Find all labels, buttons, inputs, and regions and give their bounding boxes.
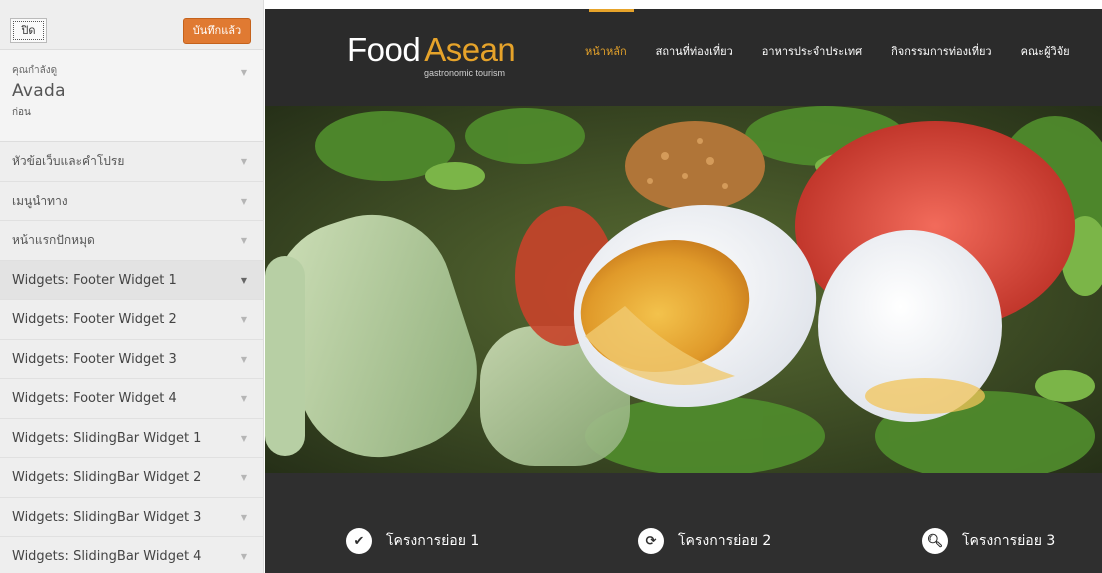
hero-image	[265, 106, 1102, 473]
feature-project-1[interactable]: ✔ โครงการย่อย 1	[346, 528, 479, 554]
logo-asean-text: Asean	[424, 31, 516, 68]
section-label: Widgets: SlidingBar Widget 4	[12, 549, 202, 564]
active-nav-indicator	[589, 9, 634, 12]
section-label: Widgets: SlidingBar Widget 1	[12, 430, 202, 446]
refresh-icon: ⟳	[638, 528, 664, 554]
chevron-down-icon: ▼	[240, 275, 247, 285]
feature-project-2[interactable]: ⟳ โครงการย่อย 2	[638, 528, 771, 554]
site-header: Food Asean gastronomic tourism หน้าหลัก ส…	[265, 9, 1102, 106]
save-button[interactable]: บันทึกแล้ว	[183, 18, 251, 44]
features-strip: ✔ โครงการย่อย 1 ⟳ โครงการย่อย 2 🔍︎ โครงก…	[265, 473, 1102, 573]
main-navigation: หน้าหลัก สถานที่ท่องเที่ยว อาหารประจำประ…	[585, 42, 1099, 60]
section-label: Widgets: SlidingBar Widget 2	[12, 470, 202, 485]
nav-item-national-food[interactable]: อาหารประจำประเทศ	[762, 42, 862, 60]
chevron-down-icon: ▼	[240, 394, 247, 403]
chevron-down-icon: ▼	[240, 433, 247, 443]
chevron-down-icon: ▼	[240, 512, 247, 522]
section-slidingbar-widget-1[interactable]: Widgets: SlidingBar Widget 1 ▼	[0, 418, 263, 458]
feature-label: โครงการย่อย 1	[386, 533, 480, 549]
salad-photo	[265, 106, 1102, 473]
feature-label: โครงการย่อย 3	[962, 533, 1056, 549]
search-icon: 🔍︎	[922, 528, 948, 554]
section-label: Widgets: Footer Widget 2	[12, 312, 177, 327]
chevron-down-icon: ▼	[240, 196, 247, 206]
section-slidingbar-widget-2[interactable]: Widgets: SlidingBar Widget 2 ▼	[0, 458, 263, 498]
section-slidingbar-widget-4[interactable]: Widgets: SlidingBar Widget 4 ▼	[0, 537, 263, 573]
section-footer-widget-4[interactable]: Widgets: Footer Widget 4 ▼	[0, 379, 263, 419]
section-slidingbar-widget-3[interactable]: Widgets: SlidingBar Widget 3 ▼	[0, 497, 263, 537]
nav-item-attractions[interactable]: สถานที่ท่องเที่ยว	[656, 42, 733, 60]
section-label: หน้าแรกปักหมุด	[12, 233, 95, 247]
check-icon: ✔	[346, 528, 372, 554]
chevron-down-icon: ▼	[240, 157, 247, 166]
section-label: เมนูนำทาง	[12, 193, 68, 208]
feature-label: โครงการย่อย 2	[678, 533, 772, 549]
chevron-down-icon: ▼	[240, 473, 247, 482]
logo-tagline: gastronomic tourism	[424, 68, 506, 78]
logo-food-text: Food	[347, 31, 421, 68]
nav-item-researchers[interactable]: คณะผู้วิจัย	[1021, 42, 1070, 60]
customizer-sidebar: ปิด บันทึกแล้ว คุณกำลังดู Avada ก่อน ▼ ห…	[0, 0, 264, 573]
site-logo[interactable]: Food Asean gastronomic tourism	[347, 31, 516, 78]
nav-item-home[interactable]: หน้าหลัก	[585, 42, 627, 60]
previous-label: ก่อน	[12, 107, 31, 118]
viewing-label: คุณกำลังดู	[12, 65, 58, 76]
section-navigation[interactable]: เมนูนำทาง ▼	[0, 181, 263, 221]
close-button[interactable]: ปิด	[10, 18, 47, 43]
section-label: Widgets: Footer Widget 4	[12, 391, 177, 406]
chevron-down-icon: ▼	[240, 315, 247, 324]
section-site-title[interactable]: หัวข้อเว็บและคำโปรย ▼	[0, 142, 263, 182]
section-label: Widgets: Footer Widget 3	[12, 351, 177, 367]
active-theme-panel[interactable]: คุณกำลังดู Avada ก่อน ▼	[0, 50, 263, 142]
customizer-window: ปิด บันทึกแล้ว คุณกำลังดู Avada ก่อน ▼ ห…	[0, 0, 1102, 573]
customizer-header: ปิด บันทึกแล้ว	[0, 0, 263, 50]
section-label: Widgets: Footer Widget 1	[12, 272, 177, 288]
chevron-down-icon: ▼	[240, 354, 247, 364]
nav-item-activities[interactable]: กิจกรรมการท่องเที่ยว	[891, 42, 991, 60]
theme-name: Avada	[12, 81, 66, 101]
chevron-down-icon: ▼	[240, 552, 247, 561]
section-footer-widget-2[interactable]: Widgets: Footer Widget 2 ▼	[0, 300, 263, 340]
section-footer-widget-3[interactable]: Widgets: Footer Widget 3 ▼	[0, 339, 263, 379]
feature-project-3[interactable]: 🔍︎ โครงการย่อย 3	[922, 528, 1055, 554]
chevron-down-icon: ▼	[240, 68, 247, 77]
chevron-down-icon: ▼	[240, 236, 247, 245]
section-footer-widget-1[interactable]: Widgets: Footer Widget 1 ▼	[0, 260, 263, 300]
section-label: Widgets: SlidingBar Widget 3	[12, 509, 202, 525]
section-static-front-page[interactable]: หน้าแรกปักหมุด ▼	[0, 221, 263, 261]
section-label: หัวข้อเว็บและคำโปรย	[12, 154, 125, 168]
site-preview: Food Asean gastronomic tourism หน้าหลัก ส…	[265, 0, 1102, 573]
